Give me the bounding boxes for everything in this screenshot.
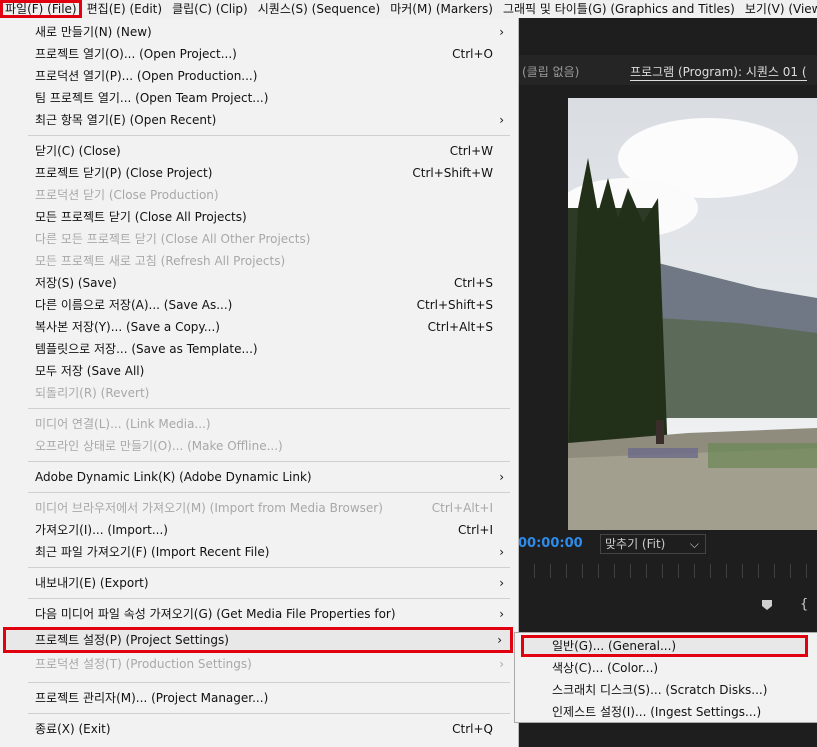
menu-item-open-recent[interactable]: 최근 항목 열기(E) (Open Recent) › xyxy=(0,109,518,131)
menu-clip[interactable]: 클립(C) (Clip) xyxy=(167,0,253,18)
menu-sequence[interactable]: 시퀀스(S) (Sequence) xyxy=(253,0,385,18)
menu-item-link-media: 미디어 연결(L)... (Link Media...) xyxy=(35,417,211,431)
menu-separator xyxy=(28,492,510,493)
chevron-right-icon: › xyxy=(499,657,504,671)
menu-graphics-titles[interactable]: 그래픽 및 타이틀(G) (Graphics and Titles) xyxy=(498,0,740,18)
menu-bar: 파일(F) (File) 편집(E) (Edit) 클립(C) (Clip) 시… xyxy=(0,0,817,18)
menu-edit[interactable]: 편집(E) (Edit) xyxy=(82,0,167,18)
menu-view[interactable]: 보기(V) (View) xyxy=(740,0,817,18)
submenu-item-ingest-settings[interactable]: 인제스트 설정(I)... (Ingest Settings...) xyxy=(515,701,817,723)
menu-item-new[interactable]: 새로 만들기(N) (New) › xyxy=(0,21,518,43)
program-monitor-tab[interactable]: 프로그램 (Program): 시퀀스 01 ( xyxy=(630,63,807,81)
menu-item-make-offline: 오프라인 상태로 만들기(O)... (Make Offline...) xyxy=(35,439,283,453)
menu-item-save-as-template[interactable]: 템플릿으로 저장... (Save as Template...) xyxy=(0,338,518,360)
menu-item-project-manager[interactable]: 프로젝트 관리자(M)... (Project Manager...) xyxy=(0,687,518,709)
menu-item-save-all[interactable]: 모두 저장 (Save All) xyxy=(0,360,518,382)
menu-separator xyxy=(28,567,510,568)
menu-separator xyxy=(28,713,510,714)
chevron-down-icon: ⌵ xyxy=(689,537,699,551)
menu-item-save-copy[interactable]: 복사본 저장(Y)... (Save a Copy...) Ctrl+Alt+S xyxy=(0,316,518,338)
time-ruler[interactable] xyxy=(518,564,817,578)
project-settings-submenu: 일반(G)... (General...) 색상(C)... (Color...… xyxy=(514,632,817,723)
chevron-right-icon: › xyxy=(499,25,504,39)
video-frame-image xyxy=(568,98,817,530)
menu-separator xyxy=(28,135,510,136)
chevron-right-icon: › xyxy=(499,113,504,127)
menu-item-open-project[interactable]: 프로젝트 열기(O)... (Open Project...) Ctrl+O xyxy=(0,43,518,65)
menu-item-exit[interactable]: 종료(X) (Exit) Ctrl+Q xyxy=(0,718,518,740)
chevron-right-icon: › xyxy=(499,576,504,590)
submenu-item-scratch-disks[interactable]: 스크래치 디스크(S)... (Scratch Disks...) xyxy=(515,679,817,701)
file-menu-dropdown: 새로 만들기(N) (New) › 프로젝트 열기(O)... (Open Pro… xyxy=(0,18,519,747)
menu-item-project-settings[interactable]: 프로젝트 설정(P) (Project Settings) › xyxy=(3,627,513,653)
menu-item-get-media-properties[interactable]: 다음 미디어 파일 속성 가져오기(G) (Get Media File Pro… xyxy=(0,603,518,625)
menu-markers[interactable]: 마커(M) (Markers) xyxy=(385,0,498,18)
program-monitor-header: (클립 없음) 프로그램 (Program): 시퀀스 01 ( xyxy=(518,55,817,85)
menu-item-revert: 되돌리기(R) (Revert) xyxy=(35,386,150,400)
menu-item-close-production: 프로덕션 닫기 (Close Production) xyxy=(35,188,219,202)
menu-item-close-all-other-projects: 다른 모든 프로젝트 닫기 (Close All Other Projects) xyxy=(35,232,311,246)
menu-file[interactable]: 파일(F) (File) xyxy=(0,0,82,18)
menu-separator xyxy=(28,461,510,462)
chevron-right-icon: › xyxy=(499,470,504,484)
playhead-timecode[interactable]: 00:00:00 xyxy=(518,536,583,551)
menu-item-import-recent[interactable]: 최근 파일 가져오기(F) (Import Recent File) › xyxy=(0,541,518,563)
chevron-right-icon: › xyxy=(499,607,504,621)
menu-separator xyxy=(28,598,510,599)
source-clip-label: (클립 없음) xyxy=(522,65,580,79)
submenu-item-color[interactable]: 색상(C)... (Color...) xyxy=(515,657,817,679)
bracket-icon[interactable]: { xyxy=(800,597,808,612)
chevron-right-icon: › xyxy=(499,545,504,559)
program-controls: 00:00:00 맞추기 (Fit) ⌵ xyxy=(518,530,817,590)
chevron-right-icon: › xyxy=(497,633,502,647)
submenu-item-general[interactable]: 일반(G)... (General...) xyxy=(521,635,808,657)
menu-item-export[interactable]: 내보내기(E) (Export) › xyxy=(0,572,518,594)
menu-separator xyxy=(28,682,510,683)
menu-item-dynamic-link[interactable]: Adobe Dynamic Link(K) (Adobe Dynamic Lin… xyxy=(0,466,518,488)
menu-item-open-production[interactable]: 프로덕션 열기(P)... (Open Production...) xyxy=(0,65,518,87)
zoom-fit-dropdown[interactable]: 맞추기 (Fit) ⌵ xyxy=(600,534,706,554)
program-video-frame xyxy=(568,98,817,530)
menu-item-close[interactable]: 닫기(C) (Close) Ctrl+W xyxy=(0,140,518,162)
menu-item-close-all-projects[interactable]: 모든 프로젝트 닫기 (Close All Projects) xyxy=(0,206,518,228)
menu-item-save[interactable]: 저장(S) (Save) Ctrl+S xyxy=(0,272,518,294)
menu-item-save-as[interactable]: 다른 이름으로 저장(A)... (Save As...) Ctrl+Shift+… xyxy=(0,294,518,316)
menu-item-import-media-browser: 미디어 브라우저에서 가져오기(M) (Import from Media Br… xyxy=(35,501,493,515)
menu-item-refresh-all-projects: 모든 프로젝트 새로 고침 (Refresh All Projects) xyxy=(35,254,286,268)
menu-item-close-project[interactable]: 프로젝트 닫기(P) (Close Project) Ctrl+Shift+W xyxy=(0,162,518,184)
menu-item-import[interactable]: 가져오기(I)... (Import...) Ctrl+I xyxy=(0,519,518,541)
menu-item-production-settings: 프로덕션 설정(T) (Production Settings) › xyxy=(35,657,504,671)
menu-separator xyxy=(28,408,510,409)
menu-item-open-team-project[interactable]: 팀 프로젝트 열기... (Open Team Project...) xyxy=(0,87,518,109)
zoom-fit-label: 맞추기 (Fit) xyxy=(605,537,666,551)
